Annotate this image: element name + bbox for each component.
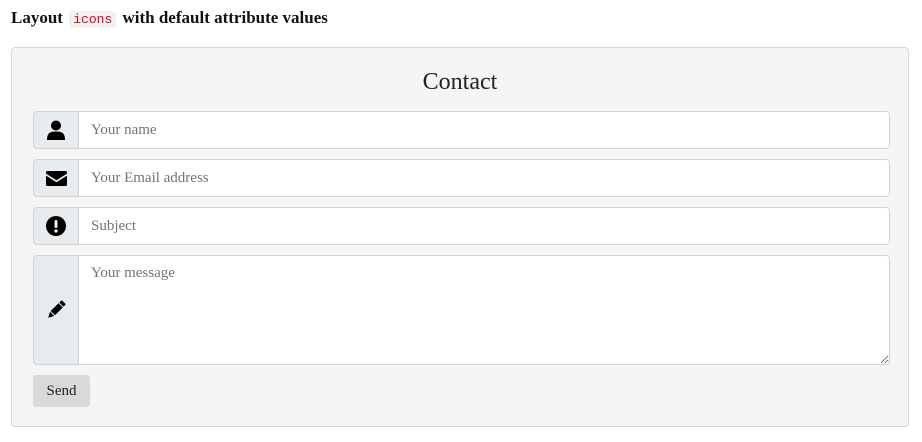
contact-form-panel: Contact Your name Your Email address Sub…	[11, 47, 909, 427]
email-addon	[33, 159, 78, 197]
name-input[interactable]	[78, 111, 890, 149]
user-icon	[47, 120, 65, 140]
heading-code: icons	[69, 11, 117, 28]
form-title: Contact	[422, 69, 498, 95]
message-row	[33, 255, 890, 365]
name-row	[33, 111, 890, 149]
name-addon	[33, 111, 78, 149]
envelope-icon	[45, 170, 67, 186]
exclamation-circle-icon	[46, 216, 66, 236]
message-addon	[33, 255, 78, 365]
message-textarea[interactable]	[78, 255, 890, 365]
subject-input[interactable]	[78, 207, 890, 245]
heading-prefix: Layout	[11, 8, 63, 27]
send-button[interactable]: Send	[33, 375, 90, 407]
email-input[interactable]	[78, 159, 890, 197]
heading-suffix: with default attribute values	[122, 8, 328, 27]
page-heading: Layout icons with default attribute valu…	[11, 8, 328, 30]
subject-row	[33, 207, 890, 245]
subject-addon	[33, 207, 78, 245]
email-row	[33, 159, 890, 197]
pencil-icon	[46, 300, 66, 320]
